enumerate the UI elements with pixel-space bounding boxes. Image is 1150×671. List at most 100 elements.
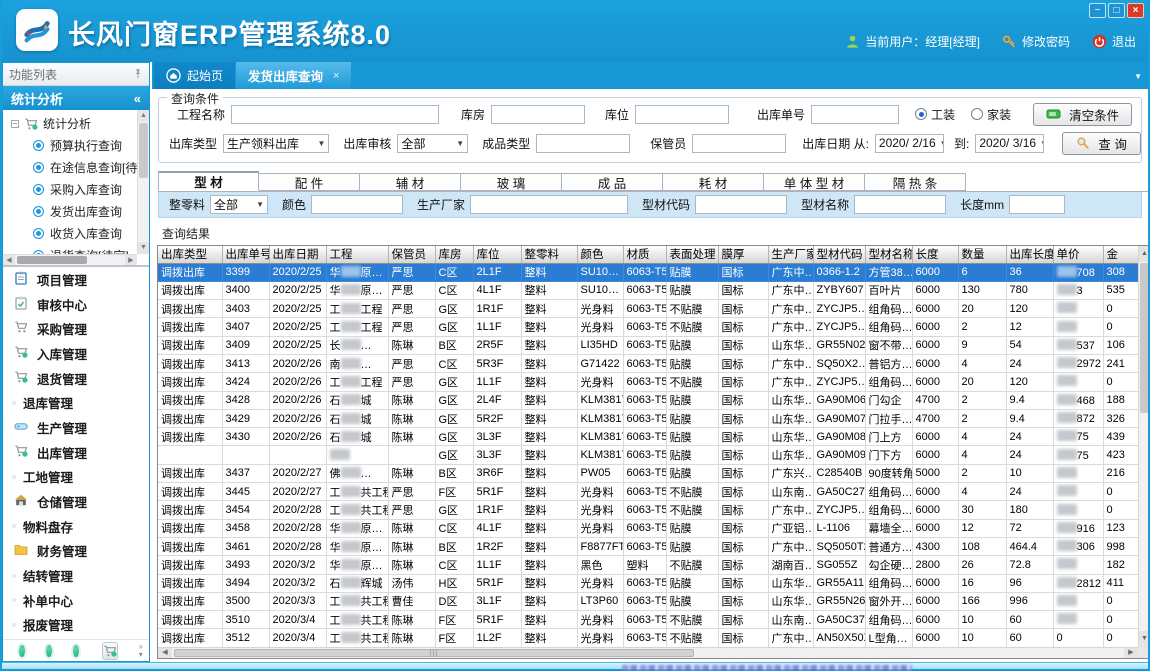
product-type-input[interactable] [536,134,630,153]
sidebar-item-项目管理[interactable]: 项目管理 [3,267,149,292]
radio-jiazhuang[interactable]: 家装 [971,106,1011,123]
results-row[interactable]: 调拨出库34002020/2/25华原…严思C区4L1F整料SU10…6063-… [158,281,1140,299]
column-header[interactable]: 材质 [623,246,666,263]
scrollbar-grip-icon[interactable]: ||| [174,649,694,657]
sidebar-item-财务管理[interactable]: 财务管理 [3,539,149,564]
sidebar-item-退货管理[interactable]: 退货管理 [3,366,149,391]
keeper-input[interactable] [692,134,786,153]
clear-conditions-button[interactable]: 清空条件 [1033,103,1132,126]
results-row[interactable]: 调拨出库34282020/2/26石城陈琳G区2L4F整料KLM38176063… [158,391,1140,409]
warehouse-input[interactable] [491,105,585,124]
column-header[interactable]: 长度 [912,246,958,263]
results-row[interactable]: 调拨出库34582020/2/28华原…陈琳C区4L1F整料光身料6063-T5… [158,519,1140,537]
logout-button[interactable]: 退出 [1092,33,1136,50]
tab-shipping-outbound-query[interactable]: 发货出库查询 × [236,62,351,89]
color-input[interactable] [311,195,403,214]
length-input[interactable] [1009,195,1065,214]
results-row[interactable]: 调拨出库34242020/2/26工工程严思G区1L1F整料光身料6063-T5… [158,373,1140,391]
scroll-down-icon[interactable]: ▼ [138,242,149,254]
scroll-right-icon[interactable]: ▶ [1124,648,1138,658]
scroll-left-icon[interactable]: ◀ [158,648,172,658]
minimize-button[interactable]: − [1089,3,1106,18]
column-header[interactable]: 颜色 [577,246,623,263]
material-tab[interactable]: 辅 材 [360,173,461,191]
column-header[interactable]: 表面处理 [666,246,718,263]
column-header[interactable]: 出库长度 [1006,246,1053,263]
tree-horizontal-scrollbar[interactable]: ◀ ▶ [3,254,137,265]
sidebar-item-入库管理[interactable]: 入库管理 [3,341,149,366]
quick-circle-icon[interactable] [19,645,25,657]
column-header[interactable]: 单价 [1053,246,1103,263]
material-tab[interactable]: 隔 热 条 [865,173,966,191]
order-no-input[interactable] [811,105,899,124]
results-row[interactable]: 调拨出库34032020/2/25工工程严思G区1R1F整料光身料6063-T5… [158,300,1140,318]
tab-home[interactable]: 起始页 [154,62,235,89]
column-header[interactable]: 数量 [958,246,1006,263]
location-input[interactable] [635,105,729,124]
sidebar-item-结转管理[interactable]: 结转管理 [3,563,149,588]
outbound-type-select[interactable]: 生产领料出库▼ [223,134,329,153]
radio-gongzhuang[interactable]: 工装 [915,106,955,123]
results-row[interactable]: 调拨出库34092020/2/25长…陈琳B区2R5F整料LI35HD6063-… [158,336,1140,354]
scroll-up-icon[interactable]: ▲ [138,110,149,122]
profile-code-input[interactable] [695,195,787,214]
change-password-link[interactable]: 修改密码 [1002,33,1070,50]
results-row[interactable]: 调拨出库35002020/3/3工共工程曹佳D区3L1F整料LT3P606063… [158,592,1140,610]
results-row[interactable]: 调拨出库34302020/2/26石城陈琳G区3L3F整料KLM38176063… [158,428,1140,446]
tree-item[interactable]: 采购入库查询 [3,178,137,200]
grid-vertical-scrollbar[interactable]: ▲ ▼ [1138,246,1150,647]
results-row[interactable]: 调拨出库35102020/3/4工共工程陈琳F区5R1F整料光身料6063-T5… [158,611,1140,629]
sidebar-item-报废管理[interactable]: 报废管理 [3,613,149,638]
tree-item[interactable]: 发货出库查询 [3,200,137,222]
results-row[interactable]: 调拨出库34132020/2/26南…严思C区5R3F整料G714226063-… [158,354,1140,372]
material-tab[interactable]: 成 品 [562,173,663,191]
results-row[interactable]: 调拨出库34072020/2/25工工程严思G区1L1F整料光身料6063-T5… [158,318,1140,336]
column-header[interactable]: 型材名称 [865,246,912,263]
material-tab[interactable]: 配 件 [259,173,360,191]
results-row[interactable]: 调拨出库34932020/3/2华原…陈琳C区1L1F整料黑色塑料不贴膜国标湖南… [158,556,1140,574]
tree-expander-icon[interactable]: − [11,120,19,128]
pin-icon[interactable] [133,68,143,80]
sidebar-item-生产管理[interactable]: 生产管理 [3,415,149,440]
column-header[interactable]: 生产厂家 [768,246,813,263]
column-header[interactable]: 工程 [326,246,388,263]
results-row[interactable]: 调拨出库34452020/2/27工共工程严思F区5R1F整料光身料6063-T… [158,483,1140,501]
sidebar-item-物料盘存[interactable]: 物料盘存 [3,514,149,539]
material-tab[interactable]: 玻 璃 [461,173,562,191]
results-row[interactable]: 调拨出库35122020/3/4工共工程陈琳F区1L2F整料光身料6063-T5… [158,629,1140,647]
column-header[interactable]: 整零料 [521,246,577,263]
scroll-up-icon[interactable]: ▲ [1139,246,1150,262]
column-header[interactable]: 出库类型 [158,246,222,263]
grid-horizontal-scrollbar[interactable]: ◀ ||| ▶ [158,647,1138,658]
results-row[interactable]: 调拨出库34612020/2/28华原…陈琳B区1R2F整料F8877FT606… [158,537,1140,555]
quick-circle-icon[interactable] [73,645,79,657]
sidebar-item-审核中心[interactable]: 审核中心 [3,292,149,317]
project-name-input[interactable] [231,105,439,124]
scroll-left-icon[interactable]: ◀ [3,255,15,265]
material-tab[interactable]: 型 材 [158,171,259,191]
column-header[interactable]: 型材代码 [813,246,865,263]
results-row[interactable]: 调拨出库34372020/2/27佛…陈琳B区3R6F整料PW056063-T5… [158,464,1140,482]
column-header[interactable]: 出库日期 [269,246,326,263]
scroll-right-icon[interactable]: ▶ [125,255,137,265]
tree-root[interactable]: − 统计分析 [3,110,137,134]
date-to-select[interactable]: 2020/ 3/16▼ [975,134,1044,153]
results-row[interactable]: G区3L3F整料KLM38176063-T5贴膜国标山东华…GA90M09.门下… [158,446,1140,464]
quick-cart-button[interactable] [102,642,118,660]
profile-name-input[interactable] [854,195,946,214]
tree-item[interactable]: 在途信息查询[待定] [3,156,137,178]
batch-select[interactable]: 全部▼ [210,195,268,214]
results-row[interactable]: 调拨出库33992020/2/25华原…严思C区2L1F整料SU10…6063-… [158,263,1140,281]
column-header[interactable]: 出库单号 [222,246,269,263]
more-buttons-icon[interactable]: »▾ [139,643,143,659]
scroll-down-icon[interactable]: ▼ [1139,631,1150,647]
maximize-button[interactable]: □ [1108,3,1125,18]
sidebar-item-补单中心[interactable]: 补单中心 [3,588,149,613]
tree-item[interactable]: 预算执行查询 [3,134,137,156]
column-header[interactable]: 金 [1103,246,1140,263]
date-from-select[interactable]: 2020/ 2/16▼ [875,134,944,153]
quick-circle-icon[interactable] [46,645,52,657]
tab-list-dropdown-icon[interactable]: ▼ [1134,72,1142,81]
collapse-icon[interactable]: « [134,91,141,106]
column-header[interactable]: 库房 [435,246,473,263]
